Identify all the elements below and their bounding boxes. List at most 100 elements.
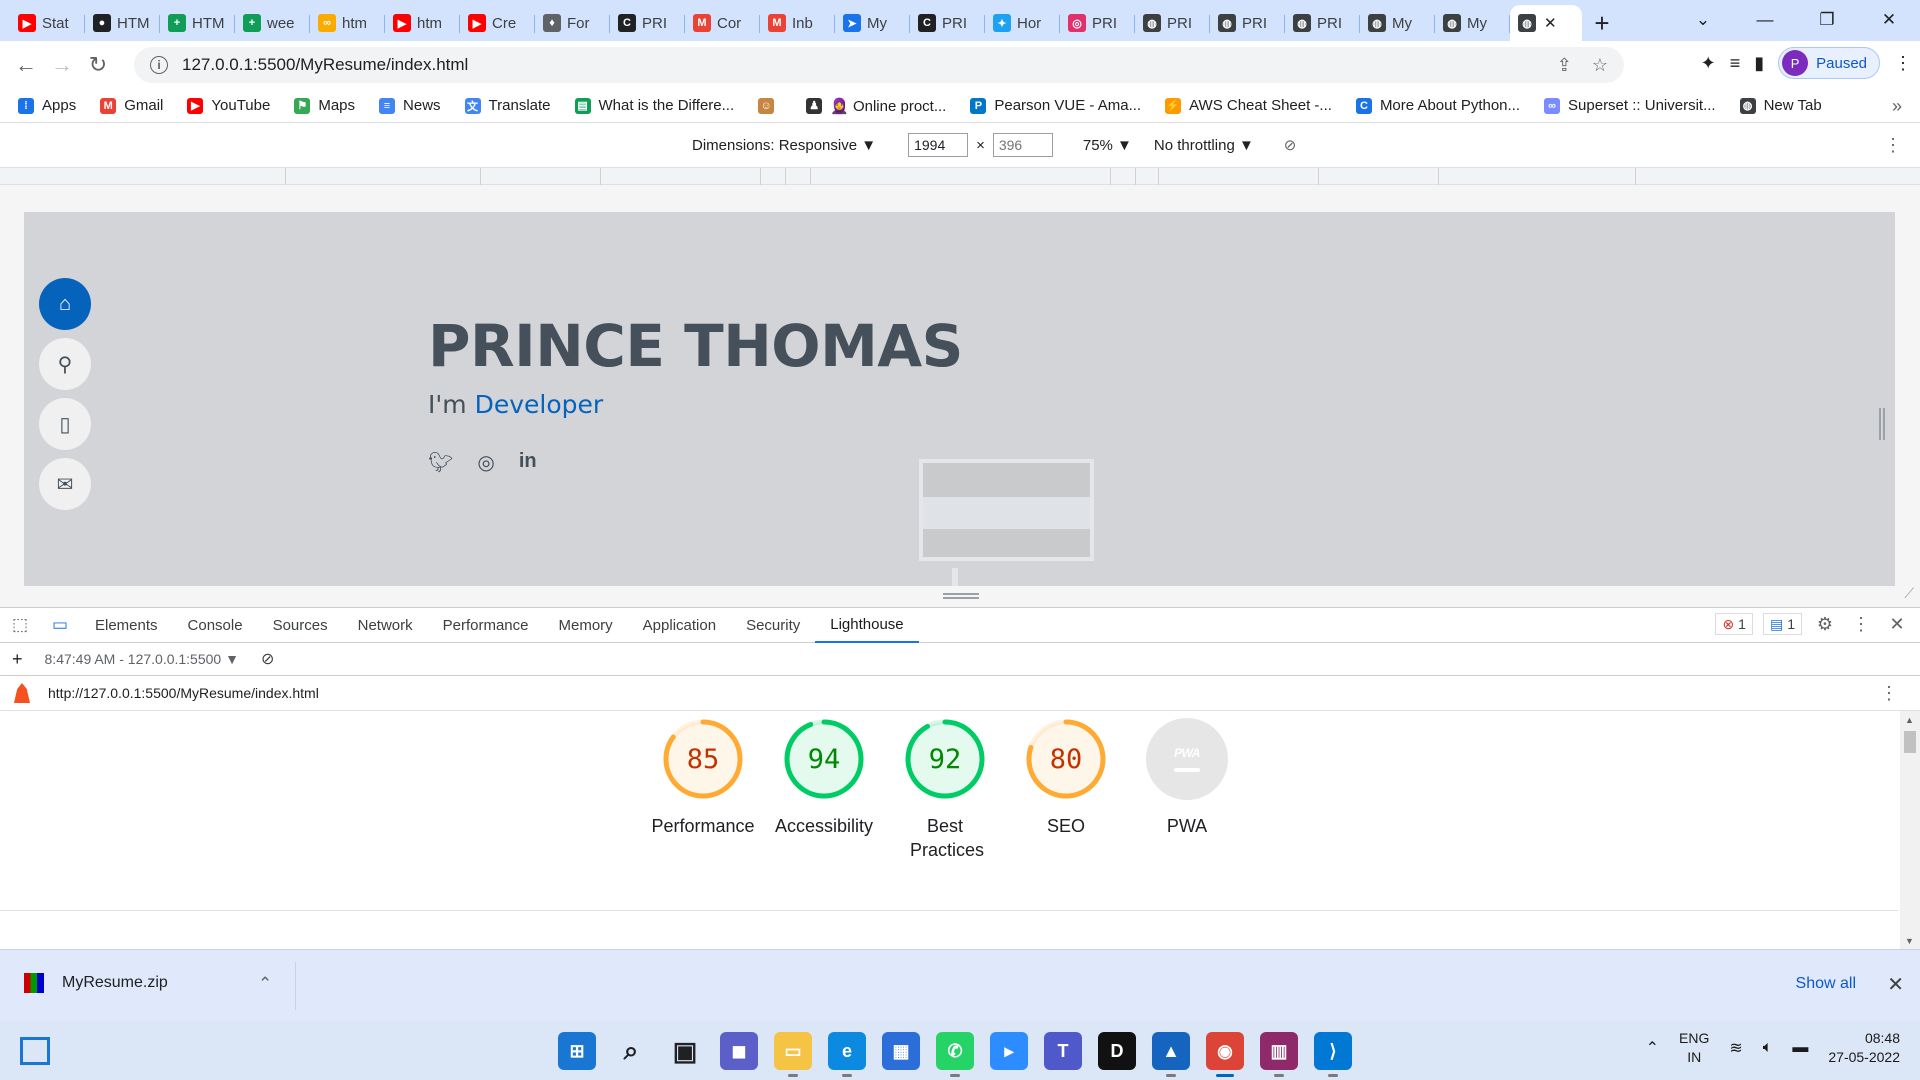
new-report-icon[interactable]: + [12, 649, 23, 670]
wifi-icon[interactable]: ≋ [1729, 1038, 1742, 1058]
browser-tab[interactable]: + wee [235, 5, 310, 41]
language-indicator[interactable]: ENG IN [1679, 1029, 1709, 1067]
devtools-tab-network[interactable]: Network [343, 608, 428, 643]
bookmark-item[interactable]: P Pearson VUE - Ama... [970, 97, 1141, 114]
download-options-icon[interactable]: ⌃ [258, 974, 272, 994]
chat-icon[interactable]: ◼ [720, 1032, 758, 1070]
report-scrollbar[interactable]: ▲ ▼ [1900, 711, 1920, 950]
extensions-icon[interactable]: ✦ [1701, 53, 1716, 74]
scroll-thumb[interactable] [1904, 731, 1916, 753]
report-url[interactable]: http://127.0.0.1:5500/MyResume/index.htm… [48, 685, 319, 701]
minimize-icon[interactable]: — [1734, 0, 1796, 40]
devtools-tab-elements[interactable]: Elements [80, 608, 173, 643]
edge-icon[interactable]: e [828, 1032, 866, 1077]
volume-icon[interactable]: 🔈︎ [1763, 1039, 1773, 1057]
error-badge[interactable]: ⊗ 1 [1715, 613, 1753, 635]
file-explorer-icon[interactable]: ▭ [774, 1032, 812, 1077]
search-icon[interactable]: ⌕ [612, 1032, 650, 1070]
close-tab-icon[interactable]: ✕ [1544, 14, 1557, 32]
start-icon[interactable]: ⊞ [558, 1032, 596, 1070]
report-select[interactable]: 8:47:49 AM - 127.0.0.1:5500 ▼ [45, 651, 239, 667]
back-icon[interactable]: ← [8, 47, 44, 83]
twitter-icon[interactable]: 🐦︎ [428, 450, 453, 475]
width-input[interactable] [908, 133, 969, 157]
instagram-icon[interactable]: ◎ [477, 450, 494, 475]
task-view-icon[interactable]: ▣ [666, 1032, 704, 1070]
chrome-menu-icon[interactable]: ⋮ [1894, 53, 1912, 74]
devtools-tab-sources[interactable]: Sources [258, 608, 343, 643]
corner-resize-icon[interactable]: ⟋ [1904, 585, 1914, 602]
bookmark-item[interactable]: ◍ New Tab [1739, 97, 1822, 114]
browser-tab[interactable]: ◍ PRI [1285, 5, 1360, 41]
message-badge[interactable]: ▤ 1 [1762, 613, 1802, 635]
battery-icon[interactable]: ▬ [1792, 1039, 1808, 1057]
dell-icon[interactable]: D [1098, 1032, 1136, 1070]
browser-tab[interactable]: ✦ Hor [985, 5, 1060, 41]
dimensions-select[interactable]: Dimensions: Responsive ▼ [692, 137, 876, 154]
home-icon[interactable]: ⌂ [39, 278, 91, 330]
bookmark-item[interactable]: 文 Translate [464, 97, 551, 114]
restore-icon[interactable]: ❐ [1796, 0, 1858, 40]
vscode-icon[interactable]: ⟩ [1314, 1032, 1352, 1077]
browser-tab[interactable]: C PRI [910, 5, 985, 41]
bookmark-item[interactable]: ∞ Superset :: Universit... [1544, 97, 1716, 114]
linkedin-icon[interactable]: in [519, 450, 537, 475]
bookmark-item[interactable]: ♟ 🧕 Online proct... [806, 97, 946, 115]
scroll-down-icon[interactable]: ▼ [1905, 936, 1914, 946]
browser-tab[interactable]: ● HTM [85, 5, 160, 41]
browser-tab[interactable]: ▶ Cre [460, 5, 535, 41]
devtools-tab-console[interactable]: Console [173, 608, 258, 643]
devtools-menu-icon[interactable]: ⋮ [1848, 614, 1874, 635]
browser-tab[interactable]: ◍ PRI [1135, 5, 1210, 41]
browser-tab[interactable]: C PRI [610, 5, 685, 41]
bookmark-item[interactable]: ≡ News [379, 97, 441, 114]
tab-search-icon[interactable]: ⌄ [1672, 0, 1734, 40]
address-bar[interactable]: i 127.0.0.1:5500/MyResume/index.html ⇪ ☆ [134, 47, 1624, 83]
viewport-side-handle[interactable] [1879, 408, 1885, 440]
browser-tab[interactable]: ◍ My [1360, 5, 1435, 41]
zoom-icon[interactable]: ▸ [990, 1032, 1028, 1070]
site-info-icon[interactable]: i [150, 56, 168, 74]
devtools-tab-memory[interactable]: Memory [544, 608, 628, 643]
widgets-icon[interactable] [20, 1037, 50, 1065]
browser-tab[interactable]: ◍ PRI [1210, 5, 1285, 41]
rotate-icon[interactable]: ⊘ [1284, 136, 1297, 154]
side-panel-icon[interactable]: ▮ [1754, 53, 1764, 74]
browser-tab[interactable]: ◎ PRI [1060, 5, 1135, 41]
device-menu-icon[interactable]: ⋮ [1884, 135, 1902, 156]
height-input[interactable] [992, 133, 1053, 157]
browser-tab[interactable]: M Cor [685, 5, 760, 41]
close-shelf-icon[interactable]: ✕ [1887, 972, 1904, 997]
browser-tab[interactable]: ▶ Stat [10, 5, 85, 41]
reload-icon[interactable]: ↻ [80, 47, 116, 83]
new-tab-button[interactable]: + [1582, 5, 1622, 41]
active-tab[interactable]: ◍ ✕ [1510, 5, 1582, 41]
close-devtools-icon[interactable]: ✕ [1884, 614, 1910, 635]
photos-icon[interactable]: ▲ [1152, 1032, 1190, 1077]
score-gauge-pwa[interactable]: PWA PWA [1137, 718, 1237, 862]
score-gauge-accessibility[interactable]: 94 Accessibility [774, 718, 874, 862]
whatsapp-icon[interactable]: ✆ [936, 1032, 974, 1077]
browser-tab[interactable]: ▶ htm [385, 5, 460, 41]
scroll-up-icon[interactable]: ▲ [1905, 715, 1914, 725]
winrar-icon[interactable]: ▥ [1260, 1032, 1298, 1077]
score-gauge-best-practices[interactable]: 92 Best Practices [895, 718, 995, 862]
person-icon[interactable]: ⚲ [39, 338, 91, 390]
store-icon[interactable]: ▦ [882, 1032, 920, 1070]
browser-tab[interactable]: ➤ My [835, 5, 910, 41]
browser-tab[interactable]: ∞ htm [310, 5, 385, 41]
tray-overflow-icon[interactable]: ⌃ [1646, 1038, 1659, 1058]
bookmarks-overflow-icon[interactable]: » [1892, 96, 1902, 117]
clear-icon[interactable]: ⊘ [261, 649, 274, 669]
bookmark-item[interactable]: ▶ YouTube [187, 97, 270, 114]
download-item[interactable]: MyResume.zip [24, 973, 168, 993]
bookmark-item[interactable]: ▤ What is the Differe... [574, 97, 734, 114]
bookmark-item[interactable]: M Gmail [100, 97, 163, 114]
devtools-tab-application[interactable]: Application [628, 608, 731, 643]
throttling-select[interactable]: No throttling ▼ [1154, 137, 1254, 154]
clock[interactable]: 08:48 27-05-2022 [1828, 1029, 1900, 1067]
bookmark-item[interactable]: ⚡ AWS Cheat Sheet -... [1165, 97, 1332, 114]
device-toggle-icon[interactable]: ▭ [40, 608, 80, 643]
zoom-select[interactable]: 75% ▼ [1083, 137, 1132, 154]
inspect-icon[interactable]: ⬚ [0, 608, 40, 643]
